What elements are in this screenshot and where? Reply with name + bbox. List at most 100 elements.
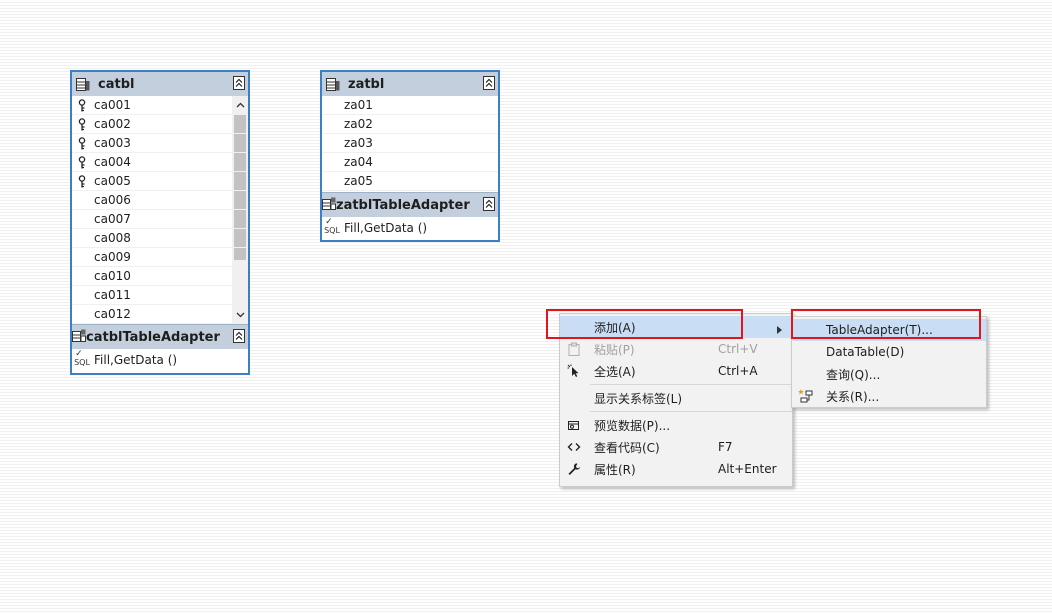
menu-separator — [590, 384, 792, 385]
column-name: za05 — [344, 174, 373, 188]
menu-item-add[interactable]: 添加(A) — [560, 316, 792, 338]
column-name: ca008 — [94, 231, 131, 245]
column-gutter — [322, 172, 342, 190]
column-name: za02 — [344, 117, 373, 131]
column-name: ca010 — [94, 269, 131, 283]
primary-key-icon — [72, 172, 92, 190]
collapse-icon[interactable] — [233, 76, 245, 90]
menu-item-label: 全选(A) — [594, 364, 636, 379]
submenu-arrow-icon — [777, 323, 782, 337]
menu-item-label: 显示关系标签(L) — [594, 391, 683, 406]
column-gutter — [72, 191, 92, 209]
table-column-row[interactable]: ca011 — [72, 286, 248, 305]
primary-key-icon — [72, 96, 92, 114]
table-column-row[interactable]: ca006 — [72, 191, 248, 210]
column-gutter — [322, 96, 342, 114]
table-column-row[interactable]: ca005 — [72, 172, 248, 191]
table-column-row[interactable]: ca012 — [72, 305, 248, 324]
zatbl-header[interactable]: zatbl — [322, 72, 498, 96]
column-name: ca001 — [94, 98, 131, 112]
submenu-item-datatable[interactable]: DataTable(D) — [792, 341, 986, 363]
column-name: ca011 — [94, 288, 131, 302]
column-name: ca009 — [94, 250, 131, 264]
column-gutter — [72, 248, 92, 266]
catbl-query-row[interactable]: ✓ SQL Fill,GetData () — [72, 349, 248, 371]
select-all-icon — [566, 363, 582, 379]
catbl-tableadapter-header[interactable]: catblTableAdapter — [72, 324, 248, 349]
collapse-icon[interactable] — [233, 329, 245, 343]
menu-item-label: 预览数据(P)... — [594, 418, 671, 433]
submenu-item-query[interactable]: 查询(Q)... — [792, 363, 986, 385]
menu-item-shortcut: Alt+Enter — [718, 462, 777, 476]
sql-query-icon: ✓ SQL — [74, 348, 90, 367]
relation-icon — [798, 388, 814, 404]
add-submenu[interactable]: TableAdapter(T)... DataTable(D) 查询(Q)... 关系… — [791, 316, 987, 408]
column-gutter — [72, 210, 92, 228]
table-column-row[interactable]: za03 — [322, 134, 498, 153]
zatbl-query-row[interactable]: ✓ SQL Fill,GetData () — [322, 217, 498, 239]
submenu-item-tableadapter[interactable]: TableAdapter(T)... — [792, 319, 986, 341]
submenu-item-label: DataTable(D) — [826, 345, 905, 359]
primary-key-icon — [72, 153, 92, 171]
context-menu[interactable]: 添加(A) 粘贴(P) Ctrl+V 全选(A) Ctrl+A 显示关系标签(L) 预览数据… — [559, 313, 793, 487]
table-column-row[interactable]: za01 — [322, 96, 498, 115]
table-column-row[interactable]: za04 — [322, 153, 498, 172]
datatable-icon — [76, 77, 90, 91]
column-gutter — [322, 134, 342, 152]
menu-item-view-code[interactable]: 查看代码(C) F7 — [560, 436, 792, 458]
menu-item-label: 属性(R) — [594, 462, 636, 477]
zatbl-title: zatbl — [348, 76, 385, 92]
table-column-row[interactable]: za02 — [322, 115, 498, 134]
datatable-icon — [326, 77, 340, 91]
column-name: ca006 — [94, 193, 131, 207]
column-name: za01 — [344, 98, 373, 112]
menu-item-shortcut: Ctrl+A — [718, 364, 758, 378]
collapse-icon[interactable] — [483, 76, 495, 90]
view-code-icon — [566, 439, 582, 455]
column-gutter — [322, 153, 342, 171]
menu-item-show-relation-labels[interactable]: 显示关系标签(L) — [560, 387, 792, 409]
column-name: za04 — [344, 155, 373, 169]
column-gutter — [72, 286, 92, 304]
table-column-row[interactable]: ca010 — [72, 267, 248, 286]
zatbl-column-list[interactable]: za01 za02 za03 za04 za05 — [322, 96, 498, 192]
zatbl-tableadapter-title: zatblTableAdapter — [336, 197, 470, 213]
primary-key-icon — [72, 115, 92, 133]
submenu-item-label: 查询(Q)... — [826, 367, 881, 382]
column-name: ca004 — [94, 155, 131, 169]
table-column-row[interactable]: ca001 — [72, 96, 248, 115]
collapse-icon[interactable] — [483, 197, 495, 211]
catbl-query-methods: Fill,GetData () — [94, 353, 178, 367]
column-gutter — [72, 305, 92, 323]
zatbl-table[interactable]: zatbl za01 za02 za03 za04 za05 zatblTableAda… — [320, 70, 500, 242]
table-column-row[interactable]: ca003 — [72, 134, 248, 153]
table-column-row[interactable]: za05 — [322, 172, 498, 191]
catbl-column-list[interactable]: ca001 ca002 ca003 ca004 ca005 ca006 ca007 ca008… — [72, 96, 248, 324]
submenu-item-relation[interactable]: 关系(R)... — [792, 385, 986, 407]
table-column-row[interactable]: ca004 — [72, 153, 248, 172]
catbl-table[interactable]: catbl ca001 ca002 ca003 ca004 ca005 ca006 ca00… — [70, 70, 250, 375]
column-gutter — [72, 229, 92, 247]
menu-item-label: 查看代码(C) — [594, 440, 660, 455]
catbl-tableadapter-title: catblTableAdapter — [86, 329, 220, 345]
table-column-row[interactable]: ca007 — [72, 210, 248, 229]
menu-item-select-all[interactable]: 全选(A) Ctrl+A — [560, 360, 792, 382]
catbl-header[interactable]: catbl — [72, 72, 248, 96]
submenu-item-label: 关系(R)... — [826, 389, 880, 404]
menu-item-properties[interactable]: 属性(R) Alt+Enter — [560, 458, 792, 480]
menu-item-paste: 粘贴(P) Ctrl+V — [560, 338, 792, 360]
zatbl-tableadapter-header[interactable]: zatblTableAdapter — [322, 192, 498, 217]
primary-key-icon — [72, 134, 92, 152]
column-name: ca005 — [94, 174, 131, 188]
table-column-row[interactable]: ca009 — [72, 248, 248, 267]
menu-item-preview-data[interactable]: 预览数据(P)... — [560, 414, 792, 436]
table-column-row[interactable]: ca002 — [72, 115, 248, 134]
preview-data-icon — [566, 417, 582, 433]
column-name: ca007 — [94, 212, 131, 226]
column-gutter — [322, 115, 342, 133]
column-gutter — [72, 267, 92, 285]
sql-query-icon: ✓ SQL — [324, 216, 340, 235]
column-name: ca002 — [94, 117, 131, 131]
column-name: ca003 — [94, 136, 131, 150]
table-column-row[interactable]: ca008 — [72, 229, 248, 248]
